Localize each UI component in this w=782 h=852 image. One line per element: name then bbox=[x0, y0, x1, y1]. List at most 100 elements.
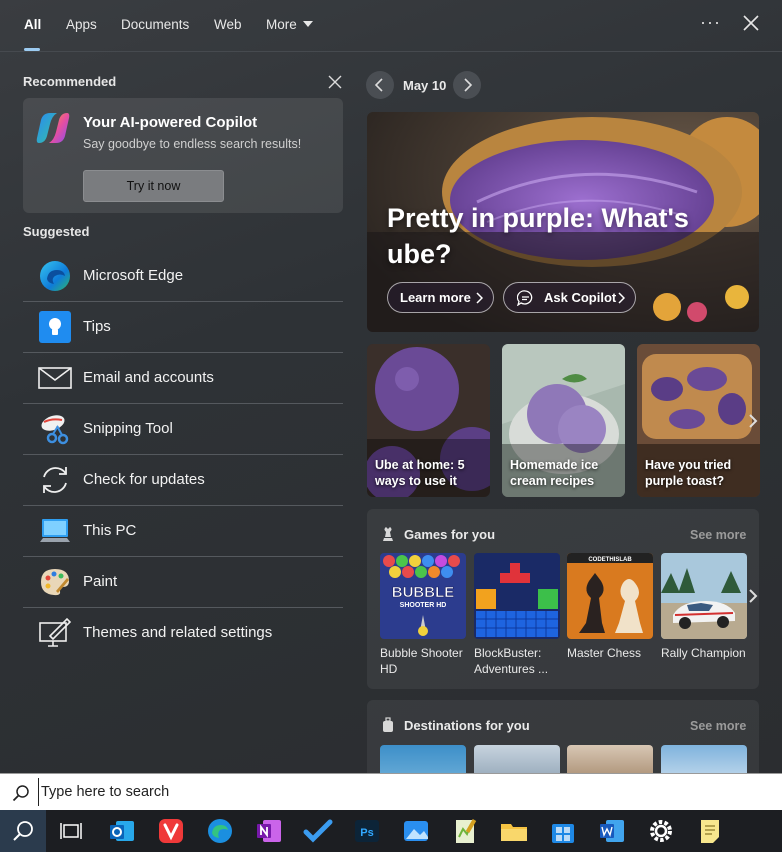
tips-icon bbox=[39, 311, 71, 343]
copilot-subtitle: Say goodbye to endless search results! bbox=[83, 137, 302, 151]
store-icon[interactable] bbox=[547, 815, 579, 847]
photoshop-icon[interactable]: Ps bbox=[351, 815, 383, 847]
tab-more[interactable]: More bbox=[266, 17, 313, 32]
suggested-item-label: This PC bbox=[83, 522, 137, 539]
copilot-card[interactable]: Your AI-powered Copilot Say goodbye to e… bbox=[23, 98, 343, 213]
tab-web[interactable]: Web bbox=[214, 17, 242, 32]
suggested-item-this-pc[interactable]: This PC bbox=[23, 506, 343, 557]
game-tile-master-chess[interactable]: CODETHISLAB bbox=[567, 553, 653, 639]
svg-text:Ps: Ps bbox=[360, 827, 373, 839]
todo-icon[interactable] bbox=[302, 815, 334, 847]
settings-icon[interactable] bbox=[645, 815, 677, 847]
scroll-right-icon[interactable] bbox=[746, 585, 760, 607]
hero-card[interactable]: Pretty in purple: What's ube? Learn more… bbox=[367, 112, 759, 332]
search-bar bbox=[0, 773, 782, 810]
suggested-item-label: Themes and related settings bbox=[83, 624, 273, 641]
chat-bubble-icon bbox=[517, 290, 533, 306]
onenote-icon[interactable] bbox=[253, 815, 285, 847]
snipping-tool-icon bbox=[41, 415, 69, 445]
story-tile[interactable]: Have you tried purple toast? bbox=[637, 344, 760, 497]
suggested-item-label: Microsoft Edge bbox=[83, 267, 184, 284]
destinations-see-more-link[interactable]: See more bbox=[690, 719, 746, 733]
suggested-heading: Suggested bbox=[23, 224, 90, 239]
game-name: Bubble Shooter HD bbox=[380, 646, 463, 676]
suggested-item-tips[interactable]: Tips bbox=[23, 302, 343, 353]
outlook-icon[interactable] bbox=[106, 815, 138, 847]
close-icon[interactable] bbox=[741, 13, 761, 33]
hero-title: Pretty in purple: What's ube? bbox=[387, 203, 689, 269]
bubble-shooter-art-subtitle: SHOOTER HD bbox=[400, 602, 447, 609]
games-card: Games for you See more BUBBLE SHOOTER HD… bbox=[367, 509, 759, 689]
story-tile-caption: Ube at home: 5 ways to use it bbox=[375, 458, 465, 488]
next-day-button[interactable] bbox=[453, 71, 481, 99]
taskbar-search-button[interactable] bbox=[0, 810, 46, 852]
suggested-item-paint[interactable]: Paint bbox=[23, 557, 343, 608]
destination-tile[interactable] bbox=[567, 745, 653, 773]
suggested-item-label: Tips bbox=[83, 318, 111, 335]
file-explorer-icon[interactable] bbox=[498, 815, 530, 847]
game-tile-rally-champion[interactable] bbox=[661, 553, 747, 639]
start-search-icon bbox=[13, 821, 33, 841]
chevron-right-icon bbox=[476, 292, 483, 304]
codethislab-label: CODETHISLAB bbox=[588, 557, 632, 563]
chevron-right-icon bbox=[464, 78, 473, 92]
previous-day-button[interactable] bbox=[366, 71, 394, 99]
suggested-item-edge[interactable]: Microsoft Edge bbox=[23, 251, 343, 302]
search-input[interactable] bbox=[38, 778, 738, 806]
suggested-item-label: Paint bbox=[83, 573, 118, 590]
games-see-more-link[interactable]: See more bbox=[690, 528, 746, 542]
notepad-plus-icon[interactable] bbox=[449, 815, 481, 847]
destinations-title: Destinations for you bbox=[404, 718, 530, 733]
ask-copilot-button[interactable]: Ask Copilot bbox=[503, 282, 636, 313]
sticky-notes-icon[interactable] bbox=[694, 815, 726, 847]
learn-more-label: Learn more bbox=[400, 290, 471, 305]
suggested-item-label: Email and accounts bbox=[83, 369, 214, 386]
vivaldi-icon[interactable] bbox=[155, 815, 187, 847]
word-icon[interactable] bbox=[596, 815, 628, 847]
game-tile-blockbuster[interactable] bbox=[474, 553, 560, 639]
edge-icon bbox=[40, 261, 70, 291]
search-icon bbox=[12, 785, 29, 802]
task-view-icon[interactable] bbox=[55, 815, 87, 847]
ask-copilot-label: Ask Copilot bbox=[544, 290, 617, 305]
dismiss-recommended-icon[interactable] bbox=[327, 74, 343, 90]
chevron-left-icon bbox=[374, 78, 383, 92]
story-tile-caption: Homemade ice cream recipes bbox=[510, 458, 599, 488]
tab-all[interactable]: All bbox=[24, 17, 41, 32]
tab-documents[interactable]: Documents bbox=[121, 17, 189, 32]
recommended-heading: Recommended bbox=[23, 74, 117, 89]
learn-more-button[interactable]: Learn more bbox=[387, 282, 494, 313]
bubble-shooter-art-title: BUBBLE bbox=[392, 584, 455, 601]
paint-icon bbox=[41, 569, 69, 596]
copilot-icon bbox=[36, 113, 70, 143]
destination-tile[interactable] bbox=[380, 745, 466, 773]
tab-apps[interactable]: Apps bbox=[66, 17, 97, 32]
suggested-item-themes[interactable]: Themes and related settings bbox=[23, 608, 343, 659]
rally-champion-art bbox=[661, 553, 747, 639]
game-name: BlockBuster: Adventures ... bbox=[474, 646, 549, 676]
this-pc-icon bbox=[40, 519, 70, 542]
mail-icon bbox=[38, 367, 72, 389]
themes-icon bbox=[39, 617, 72, 647]
story-tile[interactable]: Homemade ice cream recipes bbox=[502, 344, 625, 497]
game-tile-bubble-shooter[interactable]: BUBBLE SHOOTER HD bbox=[380, 553, 466, 639]
try-it-now-button[interactable]: Try it now bbox=[83, 170, 224, 202]
story-tile[interactable]: Ube at home: 5 ways to use it bbox=[367, 344, 490, 497]
search-panel: All Apps Documents Web More ··· Recommen… bbox=[0, 0, 782, 773]
more-options-icon[interactable]: ··· bbox=[700, 12, 721, 33]
copilot-title: Your AI-powered Copilot bbox=[83, 114, 258, 131]
games-title: Games for you bbox=[404, 527, 496, 542]
suggested-item-email[interactable]: Email and accounts bbox=[23, 353, 343, 404]
game-name: Master Chess bbox=[567, 646, 642, 660]
blockbuster-art bbox=[474, 553, 560, 639]
suggested-item-check-updates[interactable]: Check for updates bbox=[23, 455, 343, 506]
destination-tile[interactable] bbox=[474, 745, 560, 773]
suggested-item-label: Check for updates bbox=[83, 471, 205, 488]
scroll-right-icon[interactable] bbox=[746, 410, 760, 432]
destination-tile[interactable] bbox=[661, 745, 747, 773]
destinations-card: Destinations for you See more bbox=[367, 700, 759, 773]
tab-active-indicator bbox=[24, 48, 40, 51]
photos-icon[interactable] bbox=[400, 815, 432, 847]
suggested-item-snipping-tool[interactable]: Snipping Tool bbox=[23, 404, 343, 455]
edge-icon[interactable] bbox=[204, 815, 236, 847]
